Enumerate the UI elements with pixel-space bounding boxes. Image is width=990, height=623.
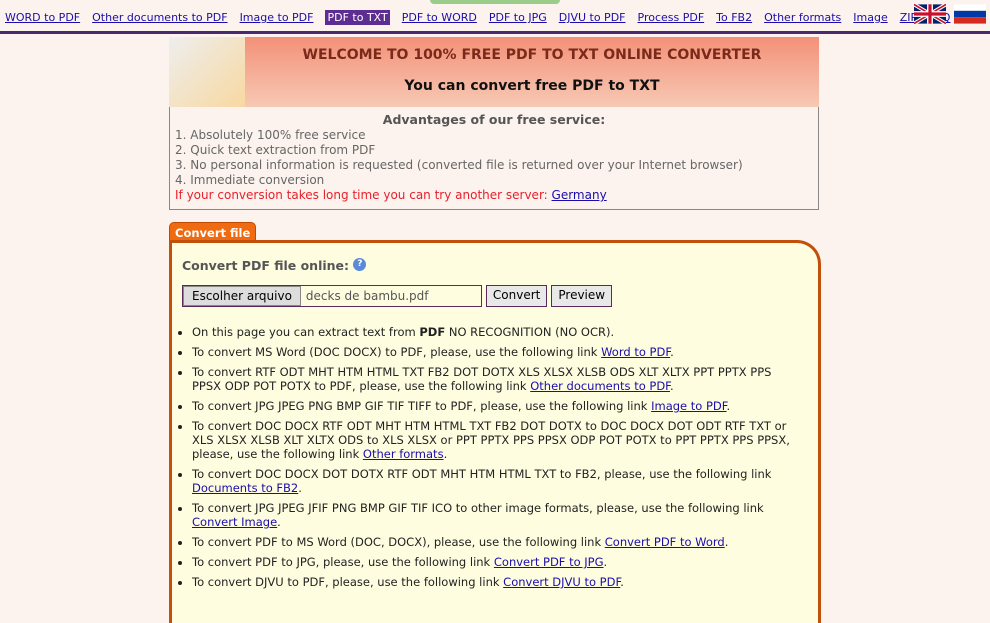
form-heading: Convert PDF file online: <box>182 258 350 273</box>
item-link[interactable]: Documents to FB2 <box>192 481 298 495</box>
list-item: To convert PDF to JPG, please, use the f… <box>192 555 802 569</box>
item-text-end: . <box>603 555 608 569</box>
nav-link[interactable]: Image <box>853 10 887 25</box>
item-text: To convert PDF to JPG, please, use the f… <box>192 555 494 569</box>
item-link[interactable]: Convert PDF to Word <box>605 535 725 549</box>
banner-title: WELCOME TO 100% FREE PDF TO TXT ONLINE C… <box>302 47 762 63</box>
choose-file-button[interactable]: Escolher arquivo <box>183 286 301 306</box>
item-text-end: . <box>724 535 729 549</box>
item-link[interactable]: Other documents to PDF <box>530 379 670 393</box>
nav-link[interactable]: Other documents to PDF <box>92 10 227 25</box>
item-text: To convert DOC DOCX DOT DOTX RTF ODT MHT… <box>192 467 772 481</box>
banner-subtitle: You can convert free PDF to TXT <box>404 78 660 94</box>
item-text: On this page you can extract text from <box>192 325 420 339</box>
nav-link[interactable]: PDF to JPG <box>489 10 547 25</box>
item-text-end: . <box>669 379 674 393</box>
server-text: If your conversion takes long time you c… <box>175 188 552 202</box>
advantages-box: Advantages of our free service: 1. Absol… <box>169 107 819 210</box>
item-text-end: . <box>670 345 674 359</box>
list-item: To convert DOC DOCX RTF ODT MHT HTM HTML… <box>192 419 802 461</box>
item-text-end: NO RECOGNITION (NO OCR). <box>445 325 615 339</box>
list-item: To convert PDF to MS Word (DOC, DOCX), p… <box>192 535 802 549</box>
list-item: To convert JPG JPEG JFIF PNG BMP GIF TIF… <box>192 501 802 529</box>
germany-server-link[interactable]: Germany <box>552 188 607 202</box>
item-link[interactable]: Word to PDF <box>601 345 670 359</box>
nav-link[interactable]: PDF to WORD <box>402 10 477 25</box>
item-text: To convert RTF ODT MHT HTM HTML TXT FB2 … <box>192 365 772 393</box>
advantage-item: 2. Quick text extraction from PDF <box>175 143 376 157</box>
list-item: To convert JPG JPEG PNG BMP GIF TIF TIFF… <box>192 399 802 413</box>
nav-link[interactable]: To FB2 <box>716 10 752 25</box>
nav-divider <box>0 31 990 34</box>
list-item: To convert DOC DOCX DOT DOTX RTF ODT MHT… <box>192 467 802 495</box>
nav-link[interactable]: WORD to PDF <box>5 10 80 25</box>
help-icon[interactable]: ? <box>353 258 367 271</box>
top-tab-decoration <box>430 0 560 4</box>
info-list: On this page you can extract text from P… <box>172 325 802 589</box>
convert-button[interactable]: Convert <box>485 285 548 307</box>
top-nav: WORD to PDF Other documents to PDF Image t… <box>5 10 950 25</box>
file-input[interactable]: Escolher arquivo decks de bambu.pdf <box>182 285 482 307</box>
advantages-title: Advantages of our free service: <box>382 112 606 127</box>
banner: WELCOME TO 100% FREE PDF TO TXT ONLINE C… <box>169 37 819 107</box>
item-link[interactable]: Convert PDF to JPG <box>494 555 604 569</box>
item-text-end: . <box>620 575 624 589</box>
russia-flag-icon[interactable] <box>954 4 986 24</box>
item-link[interactable]: Convert Image <box>192 515 277 529</box>
language-flags <box>914 4 986 24</box>
item-text-end: . <box>277 515 281 529</box>
list-item: On this page you can extract text from P… <box>192 325 802 339</box>
advantage-item: 3. No personal information is requested … <box>175 158 743 172</box>
preview-button[interactable]: Preview <box>551 285 613 307</box>
uk-flag-icon[interactable] <box>914 4 946 24</box>
item-text: To convert PDF to MS Word (DOC, DOCX), p… <box>192 535 605 549</box>
nav-link[interactable]: Process PDF <box>638 10 705 25</box>
advantage-item: 4. Immediate conversion <box>175 173 325 187</box>
item-bold: PDF <box>419 325 446 339</box>
convert-panel: Convert PDF file online: ? Escolher arqu… <box>169 240 821 623</box>
list-item: To convert MS Word (DOC DOCX) to PDF, pl… <box>192 345 802 359</box>
nav-link[interactable]: DJVU to PDF <box>559 10 626 25</box>
advantage-item: 1. Absolutely 100% free service <box>175 128 366 142</box>
logo-image <box>169 37 245 107</box>
item-link[interactable]: Other formats <box>363 447 444 461</box>
item-link[interactable]: Convert DJVU to PDF <box>503 575 620 589</box>
item-text: To convert JPG JPEG JFIF PNG BMP GIF TIF… <box>192 501 764 515</box>
item-text: To convert JPG JPEG PNG BMP GIF TIF TIFF… <box>192 399 652 413</box>
list-item: To convert DJVU to PDF, please, use the … <box>192 575 802 589</box>
item-text: To convert DJVU to PDF, please, use the … <box>192 575 504 589</box>
item-text-end: . <box>443 447 448 461</box>
nav-link[interactable]: Image to PDF <box>240 10 314 25</box>
nav-link[interactable]: PDF to TXT <box>325 10 390 25</box>
item-text: To convert MS Word (DOC DOCX) to PDF, pl… <box>192 345 602 359</box>
item-text-end: . <box>726 399 731 413</box>
nav-link[interactable]: Other formats <box>764 10 841 25</box>
file-name: decks de bambu.pdf <box>300 286 481 306</box>
item-text-end: . <box>298 481 302 495</box>
list-item: To convert RTF ODT MHT HTM HTML TXT FB2 … <box>192 365 802 393</box>
item-link[interactable]: Image to PDF <box>651 399 726 413</box>
item-text: To convert DOC DOCX RTF ODT MHT HTM HTML… <box>192 419 790 461</box>
